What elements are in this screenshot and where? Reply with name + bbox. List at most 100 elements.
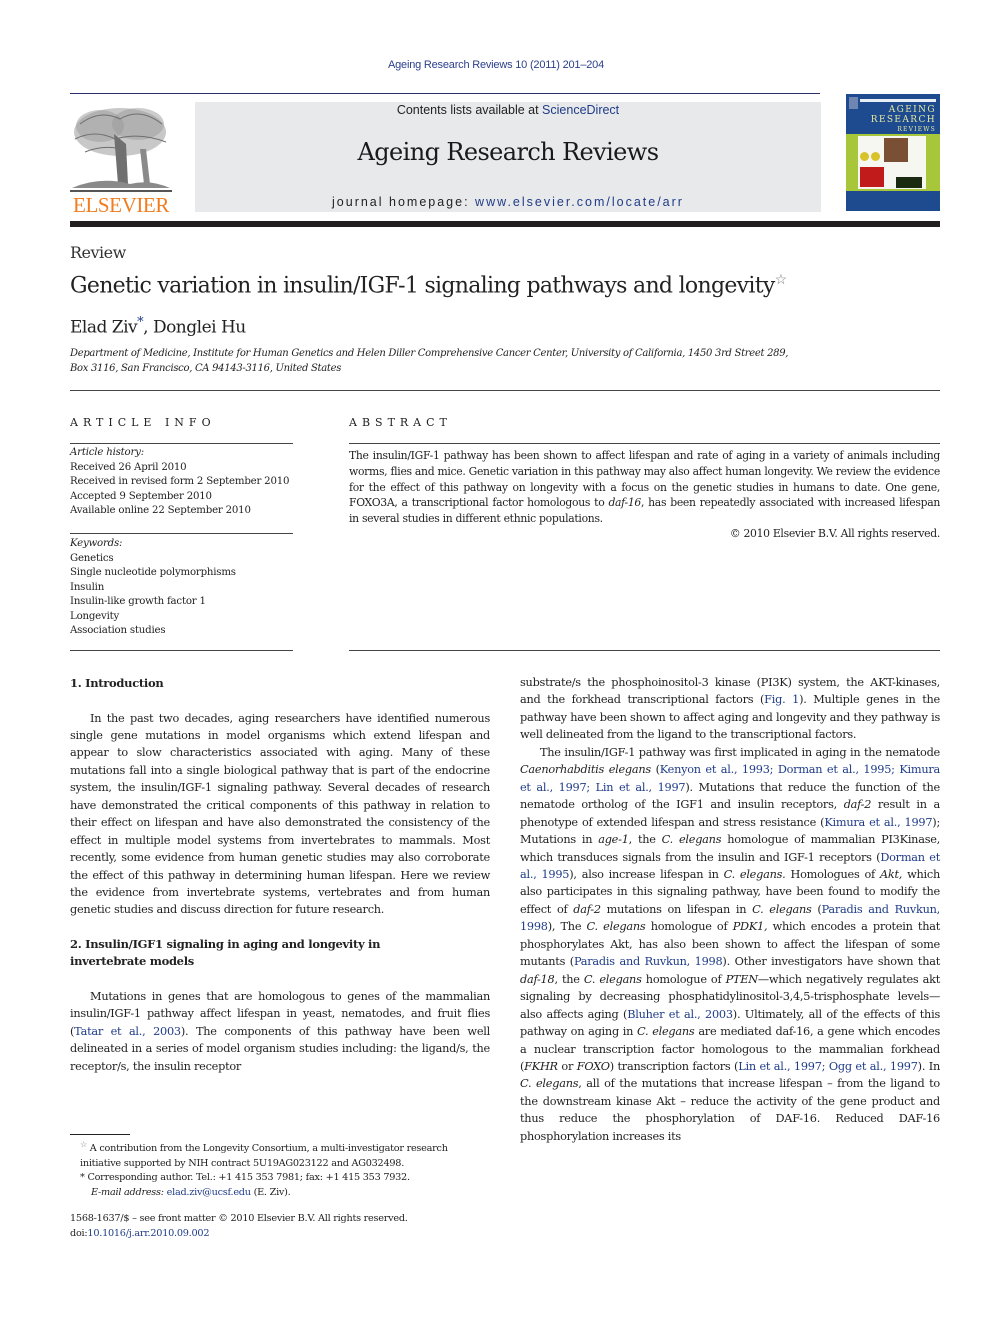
author-name[interactable]: Elad Ziv — [70, 318, 138, 338]
paragraph-text: ) transcription factors ( — [609, 1059, 739, 1073]
citation-link[interactable]: Kimura et al., 1997 — [824, 816, 932, 829]
italic-term: Akt, — [879, 867, 903, 881]
author-list: Elad Ziv*, Donglei Hu — [70, 315, 246, 338]
header-thick-rule — [70, 221, 940, 227]
article-history: Article history: Received 26 April 2010 … — [70, 446, 295, 519]
author-name[interactable]: Donglei Hu — [153, 318, 246, 338]
paragraph-text: ), The — [547, 920, 587, 934]
history-item: Available online 22 September 2010 — [70, 505, 251, 516]
doi-prefix: doi: — [70, 1227, 88, 1239]
italic-term: C. elegans — [661, 833, 722, 847]
issn-line: 1568-1637/$ – see front matter © 2010 El… — [70, 1213, 408, 1224]
paragraph-text: , the — [628, 833, 662, 847]
italic-term: daf-18 — [520, 972, 555, 986]
affiliation-line: Box 3116, San Francisco, CA 94143-3116, … — [70, 362, 342, 374]
keyword: Single nucleotide polymorphisms — [70, 567, 236, 578]
email-link[interactable]: elad.ziv@ucsf.edu — [167, 1187, 251, 1198]
header-rule — [70, 93, 820, 94]
cover-bar — [860, 99, 936, 102]
abstract-gene-name: daf-16 — [608, 496, 641, 510]
keyword: Insulin-like growth factor 1 — [70, 596, 206, 607]
cover-photo — [884, 138, 908, 162]
citation-link[interactable]: Lin et al., 1997; Ogg et al., 1997 — [738, 1060, 918, 1073]
journal-cover-image[interactable]: AGEING RESEARCH REVIEWS — [846, 94, 940, 211]
divider — [349, 443, 940, 444]
elsevier-wordmark: ELSEVIER — [73, 193, 169, 217]
keywords: Keywords: Genetics Single nucleotide pol… — [70, 537, 295, 639]
section-heading-invertebrate-models: 2. Insulin/IGF1 signaling in aging and l… — [70, 936, 381, 969]
citation-link[interactable]: Tatar et al., 2003 — [74, 1025, 181, 1038]
cover-circle-figure — [871, 152, 880, 161]
figure-link[interactable]: Fig. 1 — [764, 693, 799, 706]
author-separator: , — [143, 317, 153, 338]
citation-link[interactable]: Paradis and Ruvkun, 1998 — [574, 955, 723, 968]
doi-line: doi:10.1016/j.arr.2010.09.002 — [70, 1227, 490, 1242]
footnote-email: E-mail address: elad.ziv@ucsf.edu (E. Zi… — [70, 1186, 490, 1201]
history-item: Accepted 9 September 2010 — [70, 490, 212, 502]
footnote-rule — [70, 1134, 130, 1135]
footnote-text: Corresponding author. Tel.: +1 415 353 7… — [87, 1172, 410, 1184]
divider — [70, 443, 293, 444]
email-label: E-mail address: — [91, 1186, 164, 1198]
abstract-text: The insulin/IGF-1 pathway has been shown… — [349, 448, 940, 527]
article-title: Genetic variation in insulin/IGF-1 signa… — [70, 272, 788, 299]
article-title-text: Genetic variation in insulin/IGF-1 signa… — [70, 273, 775, 299]
italic-term: Caenorhabditis elegans — [520, 763, 651, 777]
keyword: Longevity — [70, 610, 120, 622]
cover-circle-figure — [860, 152, 869, 161]
italic-term: C. elegans — [637, 1025, 695, 1039]
abstract-heading: ABSTRACT — [349, 416, 452, 429]
history-item: Received in revised form 2 September 201… — [70, 476, 290, 487]
introduction-paragraph: In the past two decades, aging researche… — [70, 711, 490, 917]
paragraph-text: ( — [811, 902, 822, 916]
homepage-prefix: journal homepage: — [332, 195, 476, 209]
journal-reference: Ageing Research Reviews 10 (2011) 201–20… — [387, 59, 605, 71]
title-footnote-star-icon[interactable]: ☆ — [775, 272, 788, 288]
section-heading-introduction: 1. Introduction — [70, 676, 164, 690]
italic-term: daf-2 — [843, 798, 872, 812]
footnote-funding: ☆ A contribution from the Longevity Cons… — [70, 1138, 490, 1171]
divider — [70, 650, 293, 651]
divider — [70, 533, 293, 534]
contents-prefix: Contents lists available at — [396, 103, 543, 117]
sciencedirect-link[interactable]: ScienceDirect — [542, 103, 619, 117]
italic-term: FOXO — [576, 1059, 610, 1073]
front-matter: 1568-1637/$ – see front matter © 2010 El… — [70, 1212, 490, 1241]
italic-term: C. elegans — [752, 902, 812, 916]
citation-link[interactable]: Bluher et al., 2003 — [627, 1008, 733, 1021]
journal-homepage: journal homepage: www.elsevier.com/locat… — [195, 195, 821, 209]
section2-paragraph1-continued: substrate/s the phosphoinositol-3 kinase… — [520, 674, 940, 744]
keyword: Association studies — [70, 625, 166, 636]
paragraph-text: , the — [554, 972, 584, 986]
article-type: Review — [70, 243, 126, 262]
paragraph-text: homologue of — [645, 920, 733, 934]
italic-term: C. elegans — [583, 972, 642, 986]
footnotes: ☆ A contribution from the Longevity Cons… — [70, 1138, 490, 1200]
paragraph-text: , all of the mutations that increase lif… — [520, 1077, 940, 1143]
history-label: Article history: — [70, 447, 144, 458]
cover-red-figure — [860, 167, 884, 187]
section2-paragraph2: The insulin/IGF-1 pathway was first impl… — [520, 744, 940, 1145]
cover-title-line2: RESEARCH — [870, 115, 936, 125]
divider — [349, 650, 940, 651]
italic-term: PTEN — [725, 972, 759, 986]
doi-link[interactable]: 10.1016/j.arr.2010.09.002 — [87, 1228, 209, 1239]
paragraph-text: ), also increase lifespan in — [569, 867, 724, 881]
italic-term: age-1 — [598, 833, 629, 847]
keyword: Insulin — [70, 581, 105, 593]
paragraph-text: ). Other investigators have shown that — [722, 955, 941, 969]
abstract-copyright: © 2010 Elsevier B.V. All rights reserved… — [729, 527, 940, 540]
email-suffix: (E. Ziv). — [250, 1186, 291, 1198]
paragraph-text: The insulin/IGF-1 pathway was first impl… — [540, 745, 940, 759]
contents-line: Contents lists available at ScienceDirec… — [195, 103, 821, 117]
footnote-star-icon: ☆ — [80, 1140, 87, 1149]
cover-title-line1: AGEING — [888, 105, 936, 115]
cover-dark-figure — [896, 177, 922, 188]
italic-term: FKHR — [524, 1059, 558, 1073]
paragraph-text: homologue of — [641, 972, 726, 986]
italic-term: C. elegans — [586, 920, 646, 934]
affiliation-line: Department of Medicine, Institute for Hu… — [70, 348, 789, 359]
homepage-link[interactable]: www.elsevier.com/locate/arr — [475, 195, 684, 209]
journal-title: Ageing Research Reviews — [357, 138, 660, 166]
paragraph-text: ( — [650, 763, 660, 777]
